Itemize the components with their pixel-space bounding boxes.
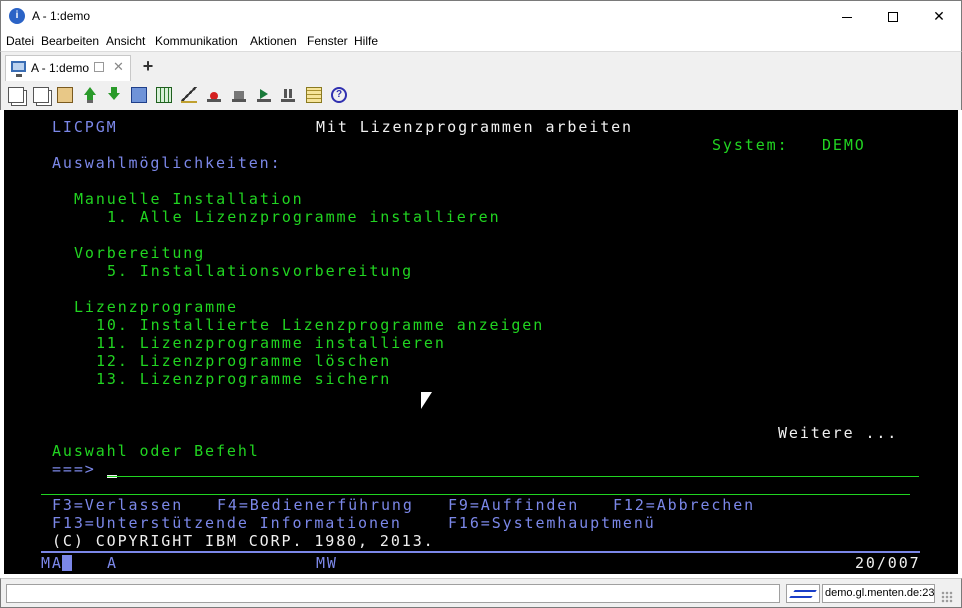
minimize-icon [842,16,852,18]
menu-bearbeiten[interactable]: Bearbeiten [41,34,99,48]
window-title: A - 1:demo [32,9,91,23]
new-tab-button[interactable]: + [138,56,158,76]
oia-mode: MW [316,554,338,572]
send-file-icon[interactable] [82,87,98,103]
menu-option[interactable]: 10. Installierte Lizenzprogramme anzeige… [96,316,544,334]
tab-close-icon[interactable]: ✕ [113,59,124,75]
host-address: demo.gl.menten.de:23 [822,584,935,603]
command-label: Auswahl oder Befehl [52,442,260,460]
function-key-separator [41,494,910,495]
menu-bar: Datei Bearbeiten Ansicht Kommunikation A… [0,31,962,51]
paste-icon[interactable] [57,87,73,103]
fkey-f16[interactable]: F16=Systemhauptmenü [448,514,656,532]
monitor-icon [11,61,26,77]
command-prompt: ===> [52,460,96,478]
options-heading: Auswahlmöglichkeiten: [52,154,282,172]
command-input-underline [107,476,919,477]
program-name: LICPGM [52,118,118,136]
fkey-f9[interactable]: F9=Auffinden [448,496,579,514]
menu-kommunikation[interactable]: Kommunikation [155,34,238,48]
app-icon[interactable]: i [9,8,25,24]
more-indicator: Weitere ... [778,424,899,442]
close-button[interactable]: ✕ [916,1,962,31]
menu-option[interactable]: 5. Installationsvorbereitung [107,262,413,280]
stop-macro-icon[interactable] [231,87,247,103]
menu-option[interactable]: 12. Lizenzprogramme löschen [96,352,391,370]
fkey-f3[interactable]: F3=Verlassen [52,496,183,514]
fkey-f4[interactable]: F4=Bedienerführung [217,496,414,514]
oia-session: A [107,554,118,572]
keypad-icon[interactable] [131,87,147,103]
play-macro-icon[interactable] [256,87,272,103]
fkey-f13[interactable]: F13=Unterstützende Informationen [52,514,402,532]
oia-cursor-position: 20/007 [855,554,921,572]
notes-icon[interactable] [306,87,322,103]
oia-separator [41,551,920,553]
toolbar: ? [0,81,962,110]
help-icon[interactable]: ? [331,87,347,103]
macro-icon[interactable] [181,87,197,103]
resize-grip-icon[interactable] [941,591,953,603]
oia-indicator: MA [41,554,63,572]
group-heading: Vorbereitung [74,244,206,262]
menu-datei[interactable]: Datei [6,34,34,48]
minimize-button[interactable] [824,1,870,31]
menu-option[interactable]: 13. Lizenzprogramme sichern [96,370,391,388]
tab-bar: A - 1:demo ✕ + [0,51,962,81]
pause-macro-icon[interactable] [280,87,296,103]
display-options-icon[interactable] [156,87,172,103]
maximize-button[interactable] [870,1,916,31]
copy-icon[interactable] [8,87,24,103]
connection-icon [789,590,817,598]
record-macro-icon[interactable] [206,87,222,103]
status-bar: demo.gl.menten.de:23 [0,578,962,608]
group-heading: Manuelle Installation [74,190,304,208]
title-bar: i A - 1:demo ✕ [0,0,962,31]
connection-status [786,584,820,603]
mouse-pointer-icon [421,392,432,409]
tab-session-a[interactable]: A - 1:demo ✕ [5,55,131,81]
menu-hilfe[interactable]: Hilfe [354,34,378,48]
screen-title: Mit Lizenzprogrammen arbeiten [316,118,633,136]
copy-append-icon[interactable] [33,87,49,103]
group-heading: Lizenzprogramme [74,298,238,316]
menu-aktionen[interactable]: Aktionen [250,34,297,48]
close-icon: ✕ [933,8,945,24]
tab-label: A - 1:demo [31,61,90,75]
system-label: System: [712,136,789,154]
maximize-icon [888,12,898,23]
menu-option[interactable]: 1. Alle Lizenzprogramme installieren [107,208,501,226]
fkey-f12[interactable]: F12=Abbrechen [613,496,755,514]
menu-fenster[interactable]: Fenster [307,34,348,48]
status-message [6,584,780,603]
detach-tab-icon[interactable] [94,62,104,72]
menu-option[interactable]: 11. Lizenzprogramme installieren [96,334,446,352]
receive-file-icon[interactable] [106,87,122,103]
terminal-screen[interactable]: LICPGM Mit Lizenzprogrammen arbeiten Sys… [4,110,958,574]
system-value: DEMO [822,136,866,154]
oia-cursor [62,555,72,571]
menu-ansicht[interactable]: Ansicht [106,34,145,48]
copyright: (C) COPYRIGHT IBM CORP. 1980, 2013. [52,532,435,550]
